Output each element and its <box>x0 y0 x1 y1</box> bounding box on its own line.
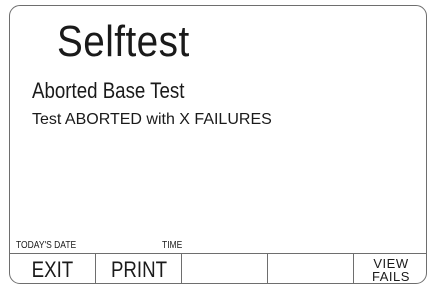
date-label: TODAY'S DATE <box>16 240 77 251</box>
blank-softkey-3[interactable] <box>182 254 268 283</box>
view-fails-softkey[interactable]: VIEW FAILS <box>354 254 426 284</box>
instrument-display: Selftest Aborted Base Test Test ABORTED … <box>9 5 427 284</box>
softkey-bar: EXIT PRINT VIEW FAILS <box>10 253 426 284</box>
blank-softkey-4[interactable] <box>268 254 354 283</box>
screen-subtitle: Aborted Base Test <box>32 78 185 103</box>
status-message: Test ABORTED with X FAILURES <box>32 111 272 128</box>
exit-softkey-label: EXIT <box>31 257 74 282</box>
time-label: TIME <box>162 240 183 251</box>
screen-title: Selftest <box>57 17 190 66</box>
view-fails-softkey-label: VIEW FAILS <box>372 256 410 284</box>
print-softkey[interactable]: PRINT <box>96 254 182 283</box>
print-softkey-label: PRINT <box>110 257 167 282</box>
exit-softkey[interactable]: EXIT <box>10 254 96 283</box>
